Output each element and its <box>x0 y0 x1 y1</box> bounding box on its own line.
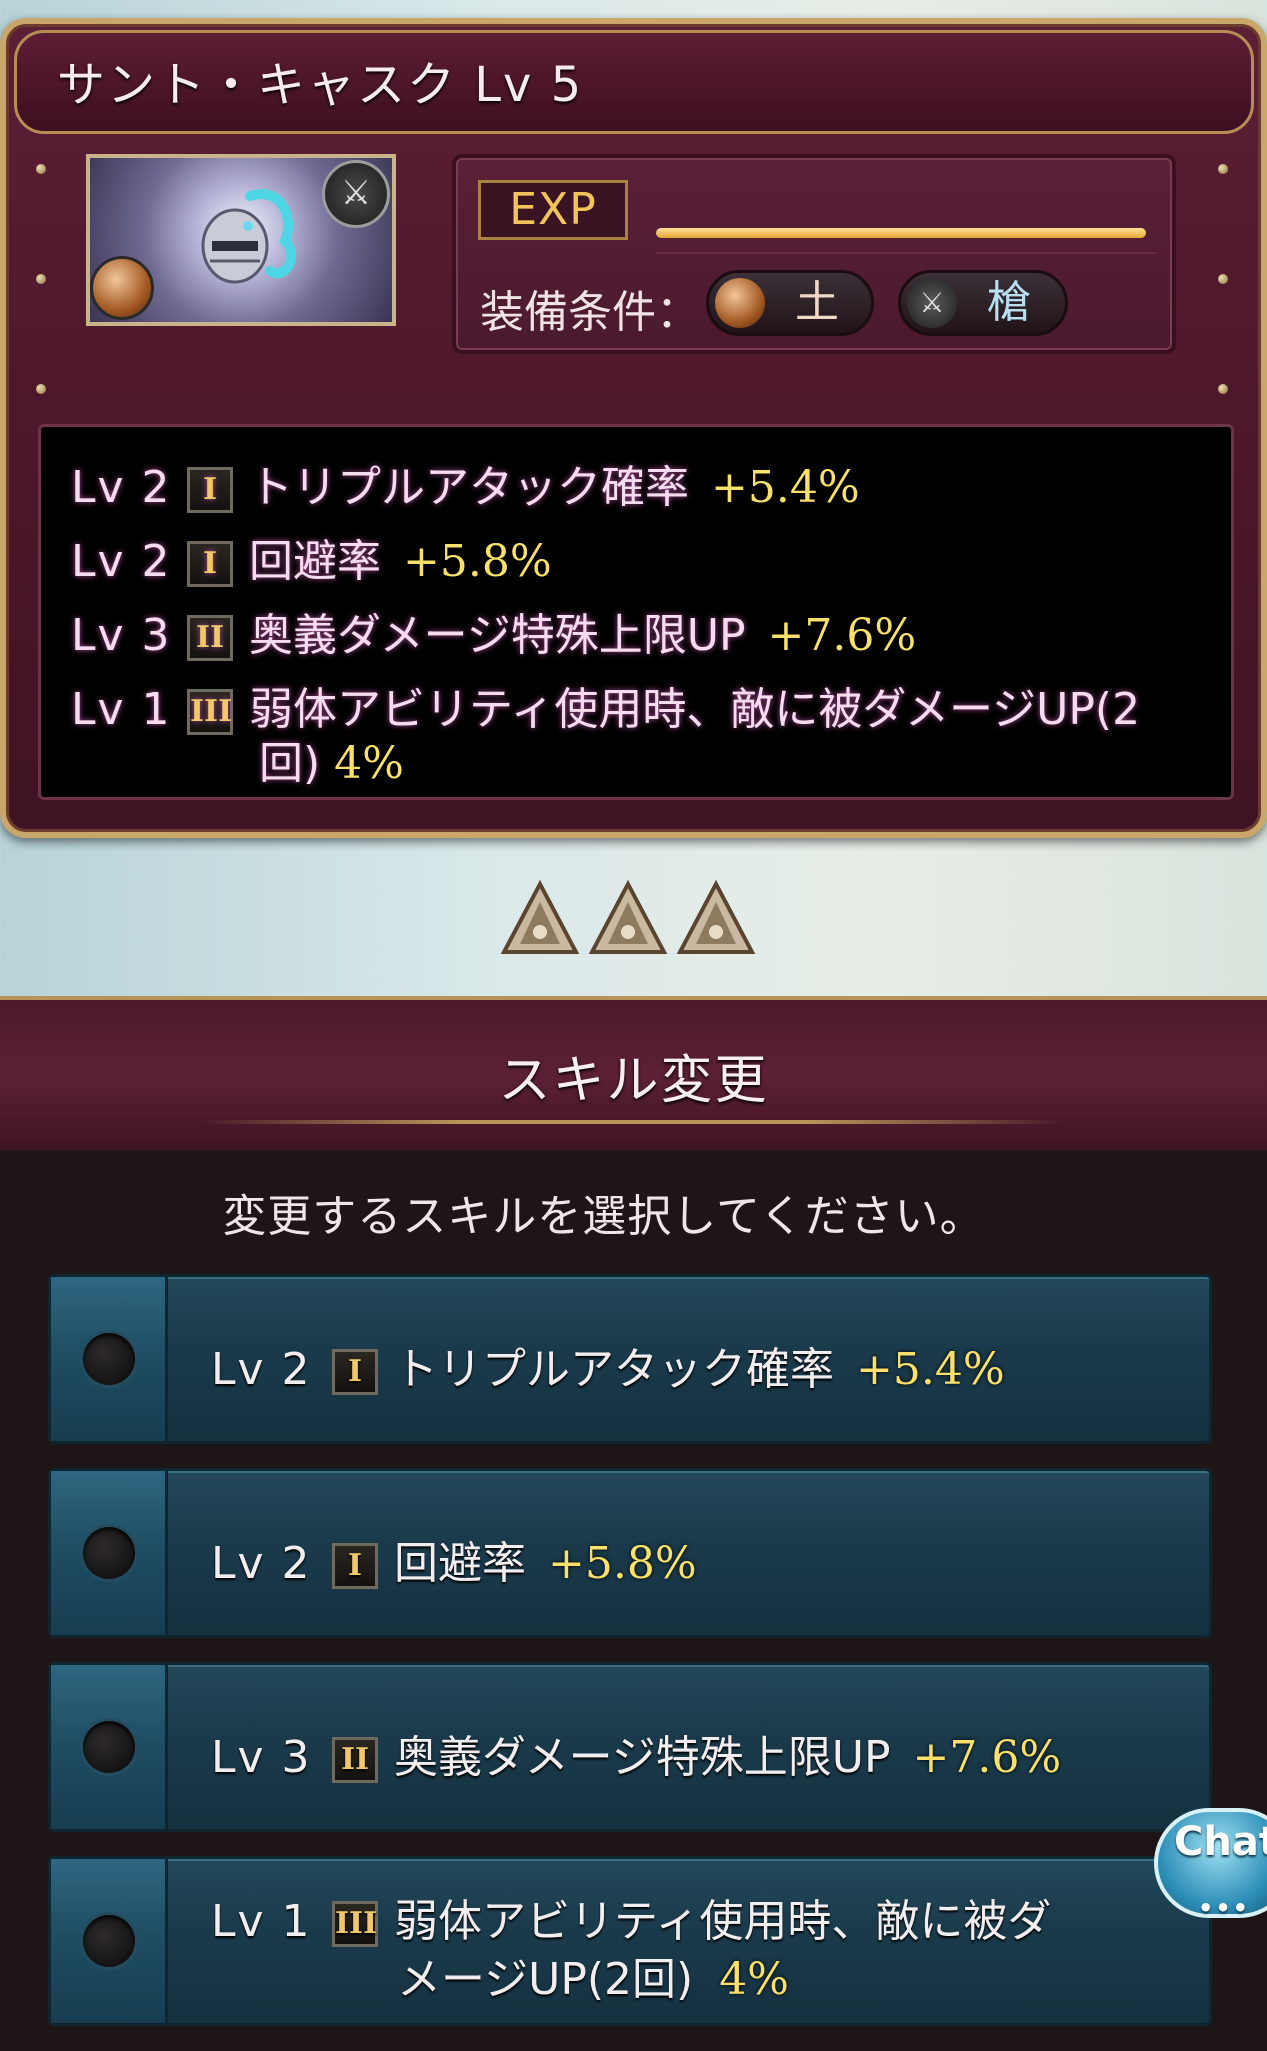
exp-label: EXP <box>478 180 628 240</box>
skill-value: +5.4% <box>711 462 860 513</box>
rivet-ornament <box>36 384 46 394</box>
divider <box>656 252 1156 254</box>
skill-name: トリプルアタック確率 <box>249 462 689 513</box>
rivet-ornament <box>36 164 46 174</box>
skill-level: Lv 3 <box>71 610 172 661</box>
option-tab <box>51 1277 168 1441</box>
skill-name: 奥義ダメージ特殊上限UP <box>394 1732 891 1783</box>
skill-name: 弱体アビリティ使用時、敵に被ダ <box>394 1896 1052 1947</box>
skill-list-panel: Lv 2 I トリプルアタック確率 +5.4% Lv 2 I 回避率 +5.8% Lv 3 I… <box>38 424 1234 800</box>
radio-button[interactable] <box>83 1333 135 1385</box>
skill-level: Lv 1 <box>211 1896 312 1947</box>
radio-button[interactable] <box>83 1915 135 1967</box>
header-ornament <box>200 1120 1067 1124</box>
uncap-triangle-icon <box>676 880 756 954</box>
skill-change-title: スキル変更 <box>498 1051 769 1111</box>
earth-element-icon <box>715 278 765 328</box>
skill-rank-badge: III <box>332 1901 378 1947</box>
skill-option[interactable]: Lv 3 II 奥義ダメージ特殊上限UP +7.6% <box>48 1662 1212 1832</box>
weapon-title: サント・キャスク Lv 5 <box>57 57 584 113</box>
weapon-detail-card: サント・キャスク Lv 5 ⚔ EXP 装備条件： 土 ⚔ 槍 Lv 2 I ト… <box>0 18 1267 838</box>
chat-label: Chat <box>1174 1819 1267 1865</box>
skill-rank-badge: III <box>187 689 233 735</box>
exp-progress-bar <box>656 228 1146 238</box>
instruction-text: 変更するスキルを選択してください。 <box>222 1191 985 1242</box>
weapon-requirement-text: 槍 <box>987 277 1031 328</box>
skill-rank-badge: I <box>332 1349 378 1395</box>
weapon-requirement-pill: ⚔ 槍 <box>898 270 1068 336</box>
skill-row: Lv 3 II 奥義ダメージ特殊上限UP +7.6% <box>71 599 916 663</box>
skill-level: Lv 2 <box>71 462 172 513</box>
skill-option-label: Lv 1 III 弱体アビリティ使用時、敵に被ダ <box>211 1885 1051 1949</box>
rivet-ornament <box>1218 164 1228 174</box>
skill-level: Lv 2 <box>211 1344 312 1395</box>
skill-value: 4% <box>334 738 404 789</box>
skill-name: 奥義ダメージ特殊上限UP <box>249 610 746 661</box>
option-tab <box>51 1471 168 1635</box>
element-requirement-pill: 土 <box>706 270 874 336</box>
skill-option[interactable]: Lv 2 I トリプルアタック確率 +5.4% <box>48 1274 1212 1444</box>
skill-name: 回) <box>259 738 321 789</box>
skill-level: Lv 1 <box>71 684 172 735</box>
element-requirement-text: 土 <box>795 277 839 328</box>
skill-level: Lv 2 <box>211 1538 312 1589</box>
skill-row: Lv 2 I トリプルアタック確率 +5.4% <box>71 451 860 515</box>
skill-level: Lv 2 <box>71 536 172 587</box>
radio-button[interactable] <box>83 1721 135 1773</box>
skill-name: トリプルアタック確率 <box>394 1344 834 1395</box>
skill-row: Lv 2 I 回避率 +5.8% <box>71 525 552 589</box>
skill-rank-badge: II <box>187 615 233 661</box>
skill-value: +5.8% <box>548 1538 697 1589</box>
skill-rank-badge: I <box>332 1543 378 1589</box>
skill-change-header: スキル変更 <box>0 996 1267 1152</box>
skill-option-label: Lv 2 I トリプルアタック確率 +5.4% <box>211 1333 1005 1397</box>
chat-button[interactable]: Chat ••• <box>1154 1808 1267 1922</box>
exp-progress-fill <box>656 228 1146 238</box>
chat-dots-icon: ••• <box>1198 1894 1251 1922</box>
spear-weapon-icon: ⚔ <box>322 160 390 228</box>
skill-value: 4% <box>719 1954 789 2005</box>
item-info-box: EXP 装備条件： 土 ⚔ 槍 <box>452 154 1176 354</box>
skill-value: +5.8% <box>403 536 552 587</box>
skill-row: Lv 1 III 弱体アビリティ使用時、敵に被ダメージUP(2 <box>71 673 1140 737</box>
option-tab <box>51 1665 168 1829</box>
equip-requirement-label: 装備条件： <box>480 287 700 338</box>
skill-name: メージUP(2回) <box>397 1954 694 2005</box>
skill-level: Lv 3 <box>211 1732 312 1783</box>
skill-change-body: 変更するスキルを選択してください。 Lv 2 I トリプルアタック確率 +5.4% L… <box>0 1150 1267 2051</box>
radio-button[interactable] <box>83 1527 135 1579</box>
title-bar: サント・キャスク Lv 5 <box>14 30 1254 134</box>
skill-rank-badge: I <box>187 541 233 587</box>
skill-name: 回避率 <box>394 1538 526 1589</box>
helmet-icon <box>201 189 297 284</box>
skill-rank-badge: II <box>332 1737 378 1783</box>
skill-value: +7.6% <box>912 1732 1062 1783</box>
skill-name: 回避率 <box>249 536 381 587</box>
rivet-ornament <box>36 274 46 284</box>
rivet-ornament <box>1218 274 1228 284</box>
skill-option-label: Lv 2 I 回避率 +5.8% <box>211 1527 697 1591</box>
spear-weapon-icon: ⚔ <box>907 278 957 328</box>
skill-value: +7.6% <box>767 610 917 661</box>
earth-element-icon <box>90 256 154 320</box>
weapon-thumbnail[interactable]: ⚔ <box>86 154 396 326</box>
skill-rank-badge: I <box>187 467 233 513</box>
option-tab <box>51 1859 168 2023</box>
uncap-triangle-icon <box>500 880 580 954</box>
skill-option[interactable]: Lv 2 I 回避率 +5.8% <box>48 1468 1212 1638</box>
uncap-stars <box>500 880 760 970</box>
skill-row-continuation: 回) 4% <box>259 727 404 791</box>
uncap-triangle-icon <box>588 880 668 954</box>
skill-option-label-continuation: メージUP(2回) 4% <box>397 1943 789 2007</box>
rivet-ornament <box>1218 384 1228 394</box>
skill-value: +5.4% <box>856 1344 1005 1395</box>
skill-option-label: Lv 3 II 奥義ダメージ特殊上限UP +7.6% <box>211 1721 1061 1785</box>
skill-option[interactable]: Lv 1 III 弱体アビリティ使用時、敵に被ダ メージUP(2回) 4% <box>48 1856 1212 2026</box>
